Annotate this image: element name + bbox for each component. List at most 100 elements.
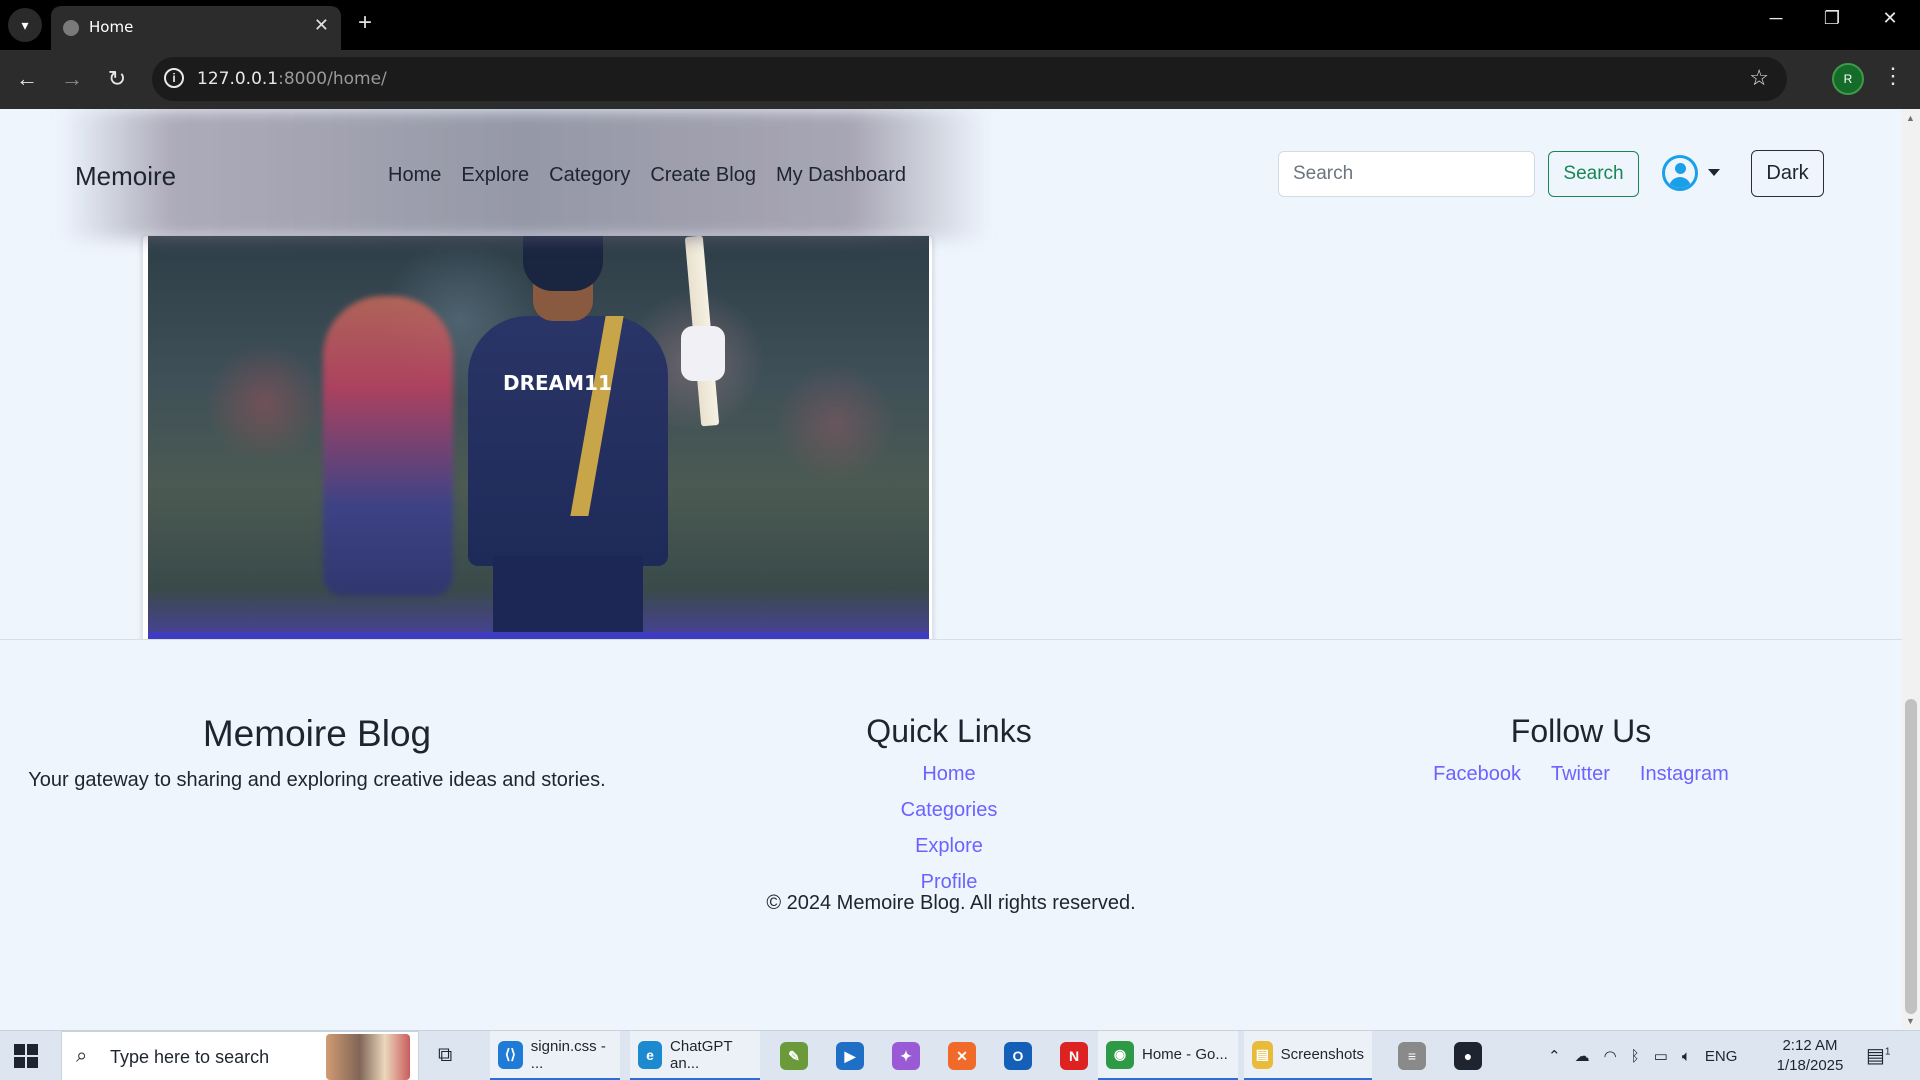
bookmark-star-icon[interactable]: ☆ xyxy=(1749,65,1769,91)
social-link-facebook[interactable]: Facebook xyxy=(1433,762,1521,786)
close-window-button[interactable]: ✕ xyxy=(1870,8,1910,29)
nav-link-my-dashboard[interactable]: My Dashboard xyxy=(776,164,906,187)
close-tab-icon[interactable]: ✕ xyxy=(314,15,329,36)
tab-search-button[interactable]: ▾ xyxy=(8,8,42,42)
bowler-figure xyxy=(323,296,453,596)
battery-icon[interactable]: ▭ xyxy=(1654,1047,1668,1065)
back-button[interactable]: ← xyxy=(11,63,43,95)
footer-link-home[interactable]: Home xyxy=(800,762,1098,786)
taskbar-app-edge[interactable]: e ChatGPT an... xyxy=(630,1031,760,1080)
profile-avatar[interactable]: R xyxy=(1832,63,1864,95)
restore-button[interactable]: ❐ xyxy=(1812,8,1852,29)
taskbar-app-copilot[interactable]: ✦ xyxy=(884,1031,932,1080)
search-button[interactable]: Search xyxy=(1548,151,1639,197)
taskbar-app-prime-video[interactable]: ▶ xyxy=(828,1031,876,1080)
user-circle-icon xyxy=(1662,155,1698,191)
taskbar-app-folder[interactable]: ▤ Screenshots xyxy=(1244,1031,1372,1080)
folder-icon: ▤ xyxy=(1252,1040,1273,1069)
minimize-button[interactable]: ─ xyxy=(1756,8,1796,29)
footer-quick-links: Quick Links Home Categories Explore Prof… xyxy=(800,640,1098,894)
notification-count: 1 xyxy=(1884,1046,1891,1058)
jersey-sponsor-text: DREAM11 xyxy=(503,371,612,395)
nav-link-explore[interactable]: Explore xyxy=(461,164,529,187)
taskbar-app-label: Screenshots xyxy=(1280,1046,1364,1063)
footer-link-explore[interactable]: Explore xyxy=(800,834,1098,858)
taskbar-app-vscode[interactable]: ⟨⟩ signin.css - ... xyxy=(490,1031,620,1080)
post-image[interactable]: DREAM11 xyxy=(148,236,929,652)
scroll-down-arrow-icon[interactable]: ▼ xyxy=(1906,1016,1915,1026)
taskbar-app-database[interactable]: ≡ xyxy=(1390,1031,1438,1080)
taskbar-app-label: ChatGPT an... xyxy=(670,1037,733,1072)
search-highlight-illustration xyxy=(326,1034,410,1080)
windows-start-icon[interactable] xyxy=(14,1044,38,1068)
social-link-twitter[interactable]: Twitter xyxy=(1551,762,1610,786)
volume-icon[interactable]: 🔈︎ xyxy=(1682,1048,1691,1065)
xampp-icon: ✕ xyxy=(948,1042,976,1070)
dark-mode-button[interactable]: Dark xyxy=(1751,150,1824,197)
taskbar-app-github[interactable]: ● xyxy=(1446,1031,1494,1080)
footer-follow: Follow Us Facebook Twitter Instagram xyxy=(1382,640,1780,786)
page-scrollbar[interactable]: ▲ ▼ xyxy=(1902,109,1920,1030)
github-icon: ● xyxy=(1454,1042,1482,1070)
user-menu-toggle[interactable] xyxy=(1662,155,1724,195)
footer-links-title: Quick Links xyxy=(866,713,1032,749)
site-info-icon[interactable]: i xyxy=(164,68,184,88)
screen: ▾ Home ✕ + ─ ❐ ✕ ← → ↻ i 127.0.0.1:8000/… xyxy=(0,0,1920,1080)
netflix-icon: N xyxy=(1060,1042,1088,1070)
paint-icon: ✎ xyxy=(780,1042,808,1070)
language-indicator[interactable]: ENG xyxy=(1705,1048,1738,1065)
brand-logo[interactable]: Memoire xyxy=(75,161,176,192)
notification-center-icon[interactable]: ▤1 xyxy=(1866,1043,1890,1068)
edge-icon: e xyxy=(638,1040,663,1069)
scroll-up-arrow-icon[interactable]: ▲ xyxy=(1906,113,1915,123)
page-viewport: DREAM11 Memoire Home Explore Category Cr… xyxy=(0,109,1920,1030)
footer-about: Memoire Blog Your gateway to sharing and… xyxy=(28,640,606,792)
bluetooth-icon[interactable]: ᛒ xyxy=(1631,1048,1640,1065)
clock-date: 1/18/2025 xyxy=(1776,1057,1844,1074)
search-input[interactable]: Search xyxy=(1278,151,1535,197)
new-tab-button[interactable]: + xyxy=(352,10,378,36)
taskbar-clock[interactable]: 2:12 AM 1/18/2025 xyxy=(1772,1036,1848,1076)
scroll-thumb[interactable] xyxy=(1905,699,1917,1014)
social-links: Facebook Twitter Instagram xyxy=(1382,762,1780,786)
copilot-icon: ✦ xyxy=(892,1042,920,1070)
nav-link-create-blog[interactable]: Create Blog xyxy=(650,164,756,187)
social-link-instagram[interactable]: Instagram xyxy=(1640,762,1729,786)
browser-tab-home[interactable]: Home ✕ xyxy=(51,6,341,50)
jersey xyxy=(468,316,668,566)
address-bar[interactable]: i 127.0.0.1:8000/home/ ☆ xyxy=(152,57,1787,101)
site-navbar: Memoire Home Explore Category Create Blo… xyxy=(0,109,1902,239)
url-text: 127.0.0.1:8000/home/ xyxy=(197,69,387,89)
site-footer: Memoire Blog Your gateway to sharing and… xyxy=(0,639,1902,1030)
taskbar-app-outlook[interactable]: O xyxy=(996,1031,1044,1080)
chrome-icon: ◉ xyxy=(1106,1040,1134,1069)
taskbar-app-xampp[interactable]: ✕ xyxy=(940,1031,988,1080)
onedrive-icon[interactable]: ☁ xyxy=(1575,1047,1590,1065)
globe-icon xyxy=(63,20,79,36)
footer-link-profile[interactable]: Profile xyxy=(800,870,1098,894)
caret-down-icon xyxy=(1708,169,1720,176)
reload-button[interactable]: ↻ xyxy=(101,63,133,95)
taskbar-app-netflix[interactable]: N xyxy=(1052,1031,1100,1080)
browser-tab-bar: ▾ Home ✕ + ─ ❐ ✕ xyxy=(0,0,1920,50)
task-view-icon[interactable]: ⧉ xyxy=(438,1044,452,1067)
chevron-up-icon[interactable]: ⌃ xyxy=(1548,1047,1561,1065)
taskbar-app-chrome[interactable]: ◉ Home - Go... xyxy=(1098,1031,1238,1080)
outlook-icon: O xyxy=(1004,1042,1032,1070)
browser-toolbar: ← → ↻ i 127.0.0.1:8000/home/ ☆ R ⋮ xyxy=(0,50,1920,109)
browser-menu-icon[interactable]: ⋮ xyxy=(1882,63,1904,89)
search-icon: ⌕ xyxy=(76,1045,88,1067)
prime-video-icon: ▶ xyxy=(836,1042,864,1070)
forward-button[interactable]: → xyxy=(56,63,88,95)
wifi-icon[interactable]: ◠ xyxy=(1604,1047,1617,1065)
nav-link-home[interactable]: Home xyxy=(388,164,441,187)
helmet xyxy=(523,236,603,291)
taskbar-search-box[interactable]: ⌕ Type here to search xyxy=(61,1031,419,1080)
url-path: :8000/home/ xyxy=(278,69,387,89)
url-host: 127.0.0.1 xyxy=(197,69,279,89)
footer-link-categories[interactable]: Categories xyxy=(800,798,1098,822)
copyright-text: © 2024 Memoire Blog. All rights reserved… xyxy=(766,892,1136,914)
tab-title: Home xyxy=(89,18,134,36)
taskbar-app-paint[interactable]: ✎ xyxy=(772,1031,820,1080)
nav-link-category[interactable]: Category xyxy=(549,164,630,187)
